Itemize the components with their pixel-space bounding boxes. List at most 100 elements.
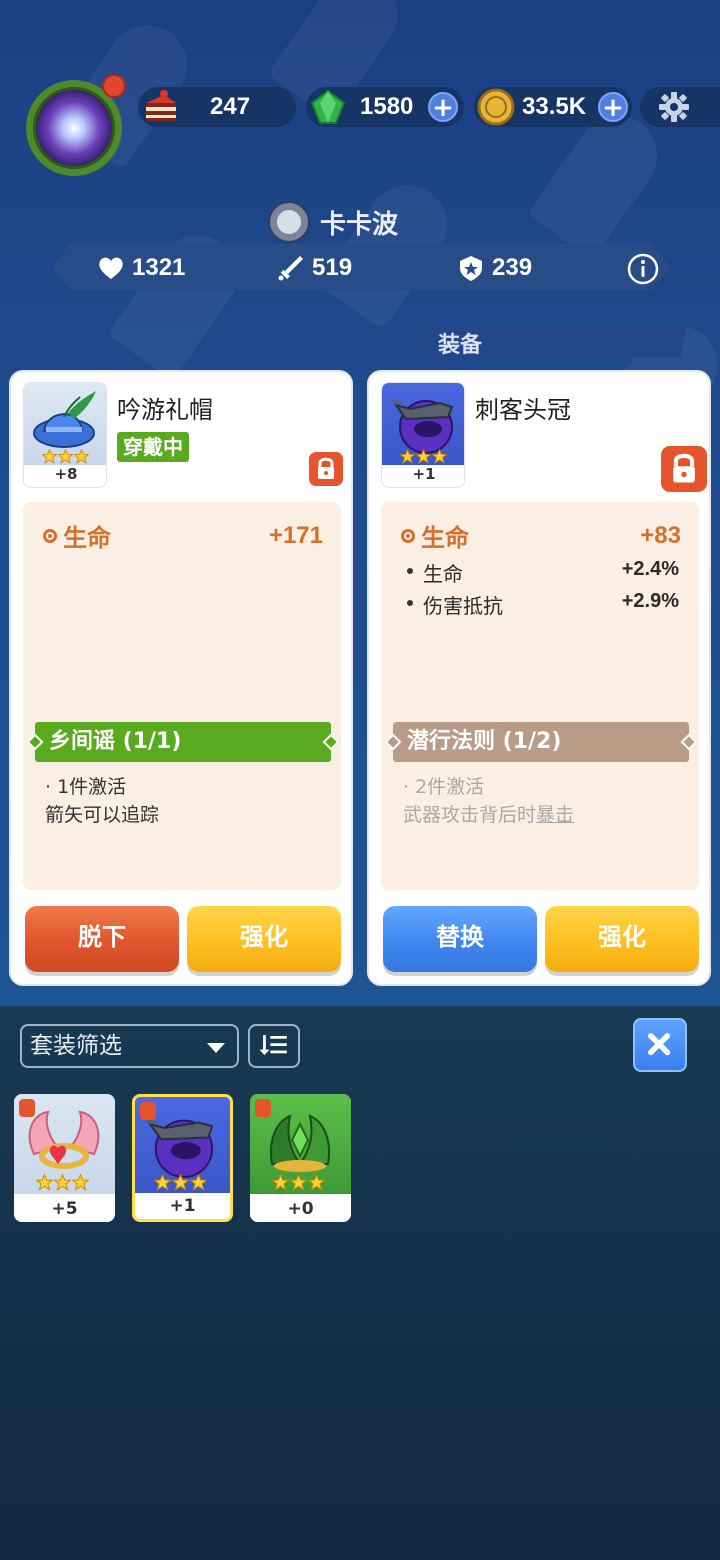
diamond-icon	[680, 733, 698, 751]
item-level: +1	[135, 1193, 230, 1219]
replace-button[interactable]: 替换	[383, 906, 537, 972]
cake-resource: 247	[138, 87, 296, 127]
star-icon	[432, 449, 447, 464]
compare-item-card: +1 刺客头冠 生命 +83 生命 +2.4% 伤害抵抗 +2.9% 潜行法则 …	[367, 370, 711, 986]
equipped-item-thumbnail[interactable]: +8	[23, 382, 107, 488]
main-stat-label: 生命	[421, 524, 469, 552]
star-icon	[74, 449, 89, 464]
compare-item-thumbnail[interactable]: +1	[381, 382, 465, 488]
unequip-button[interactable]: 脱下	[25, 906, 179, 972]
set-banner: 潜行法则 (1/2)	[384, 722, 698, 762]
set-name: 乡间谣 (1/1)	[49, 729, 182, 754]
lock-icon	[318, 457, 334, 479]
stat-box: 生命 +83 生命 +2.4% 伤害抵抗 +2.9% 潜行法则 (1/2) · …	[381, 502, 699, 890]
main-stat-value: +83	[640, 521, 681, 549]
equipped-badge: 穿戴中	[117, 432, 189, 462]
sub-stat: 生命 +2.4%	[403, 558, 679, 587]
item-level: +1	[382, 465, 464, 487]
star-icon	[400, 449, 415, 464]
star-icon	[190, 1174, 207, 1191]
add-gems-button[interactable]: +	[428, 92, 458, 122]
lock-button[interactable]	[661, 446, 707, 492]
set-effect: 武器攻击背后时暴击	[403, 800, 574, 827]
set-name: 潜行法则 (1/2)	[407, 729, 562, 754]
settings-button[interactable]	[640, 87, 720, 127]
star-rating	[36, 1174, 89, 1191]
player-avatar[interactable]	[22, 70, 130, 182]
sub-stat-value: +2.4%	[621, 558, 679, 580]
gem-icon	[310, 89, 346, 124]
add-coins-button[interactable]: +	[598, 92, 628, 122]
sort-icon	[259, 1035, 287, 1056]
close-button[interactable]	[633, 1018, 687, 1072]
sort-button[interactable]	[248, 1024, 300, 1068]
enhance-button[interactable]: 强化	[187, 906, 341, 972]
sub-stat-value: +2.9%	[621, 590, 679, 612]
defense-stat: 239	[456, 250, 532, 286]
set-effect-text: 武器攻击背后时	[403, 804, 537, 826]
item-name: 刺客头冠	[475, 396, 571, 424]
player-name: 卡卡波	[320, 209, 399, 240]
assassin-helm-art	[382, 383, 464, 467]
star-icon	[308, 1174, 325, 1191]
sub-stat-label: 生命	[423, 562, 463, 586]
bard-hat-art	[24, 383, 106, 467]
inventory-panel-background	[0, 1006, 720, 1560]
inventory-item[interactable]: +5	[14, 1094, 115, 1222]
set-piece-line: · 1件激活	[45, 776, 127, 798]
filter-label: 套装筛选	[30, 1033, 122, 1059]
gem-count: 1580	[360, 93, 414, 120]
star-icon	[272, 1174, 289, 1191]
main-stat-value: +171	[268, 521, 323, 549]
lock-icon	[255, 1099, 271, 1117]
star-rating	[42, 449, 89, 464]
coin-icon	[477, 88, 515, 126]
star-icon	[290, 1174, 307, 1191]
item-name: 吟游礼帽	[117, 396, 213, 424]
info-icon[interactable]	[626, 252, 660, 286]
sword-icon	[278, 256, 303, 281]
notification-dot	[102, 74, 126, 98]
item-level: +8	[24, 465, 106, 487]
set-piece-line: · 2件激活	[403, 776, 485, 798]
hp-stat: 1321	[96, 250, 185, 286]
defense-value: 239	[492, 254, 533, 281]
inventory-item[interactable]: +0	[250, 1094, 351, 1222]
bullet-icon	[407, 600, 413, 606]
attack-value: 519	[312, 254, 353, 281]
set-effect: 箭矢可以追踪	[45, 804, 160, 826]
section-title: 装备	[438, 333, 483, 358]
player-name-row: 卡卡波	[270, 202, 398, 242]
background-deco	[107, 219, 253, 381]
chevron-down-icon	[207, 1043, 225, 1053]
gear-icon	[659, 92, 689, 122]
star-rating	[272, 1174, 325, 1191]
star-icon	[172, 1174, 189, 1191]
diamond-icon	[322, 733, 340, 751]
ring-icon	[270, 203, 308, 241]
item-level: +5	[14, 1196, 115, 1222]
bullet-icon	[43, 528, 57, 543]
coin-resource: 33.5K +	[474, 87, 632, 127]
crit-keyword-link[interactable]: 暴击	[536, 804, 574, 826]
item-level: +0	[250, 1196, 351, 1222]
set-filter-dropdown[interactable]: 套装筛选	[20, 1024, 239, 1068]
shield-icon	[460, 256, 482, 281]
lock-icon	[19, 1099, 35, 1117]
star-icon	[58, 449, 73, 464]
diamond-icon	[26, 733, 44, 751]
set-banner: 乡间谣 (1/1)	[26, 722, 340, 762]
sub-stat: 伤害抵抗 +2.9%	[403, 590, 679, 619]
diamond-icon	[384, 733, 402, 751]
main-stat-label: 生命	[63, 524, 111, 552]
star-rating	[400, 449, 447, 464]
star-icon	[72, 1174, 89, 1191]
section-header: 装备	[422, 325, 686, 357]
inventory-item-selected[interactable]: +1	[132, 1094, 233, 1222]
lock-button[interactable]	[309, 452, 343, 486]
enhance-button[interactable]: 强化	[545, 906, 699, 972]
bullet-icon	[401, 528, 415, 543]
star-icon	[42, 449, 57, 464]
equipped-item-card: +8 吟游礼帽 穿戴中 生命 +171 乡间谣 (1/1) · 1件激活 箭矢可…	[9, 370, 353, 986]
coin-count: 33.5K	[522, 93, 587, 120]
